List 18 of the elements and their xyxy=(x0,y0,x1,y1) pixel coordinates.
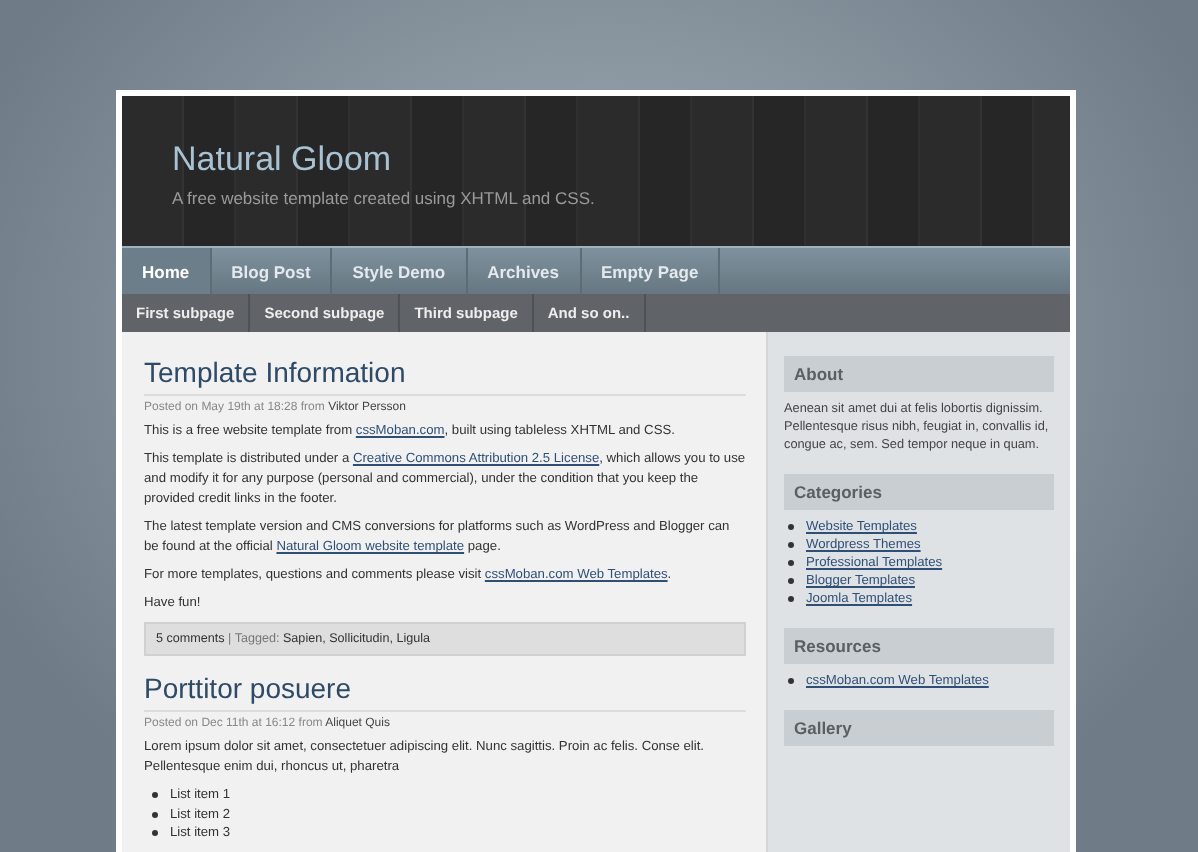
site-tagline: A free website template created using XHTML and CSS. xyxy=(172,188,595,208)
sidebar-heading: About xyxy=(784,356,1054,392)
bullet-icon xyxy=(788,596,794,602)
bullet-icon xyxy=(788,678,794,684)
post-title[interactable]: Template Information xyxy=(144,356,746,396)
bullet-icon xyxy=(152,811,158,818)
bullet-icon xyxy=(788,560,794,566)
bullet-icon xyxy=(152,830,158,837)
post-title[interactable]: Porttitor posuere xyxy=(144,672,746,712)
sidebar-heading: Categories xyxy=(784,474,1054,510)
sidebar-heading: Gallery xyxy=(784,710,1054,746)
sidebar-heading: Resources xyxy=(784,628,1054,664)
bullet-icon xyxy=(152,792,158,799)
bullet-icon xyxy=(788,524,794,530)
bullet-icon xyxy=(788,578,794,584)
bullet-icon xyxy=(788,542,794,548)
site-title[interactable]: Natural Gloom xyxy=(172,140,392,180)
nav-tab[interactable]: Home xyxy=(122,248,212,294)
